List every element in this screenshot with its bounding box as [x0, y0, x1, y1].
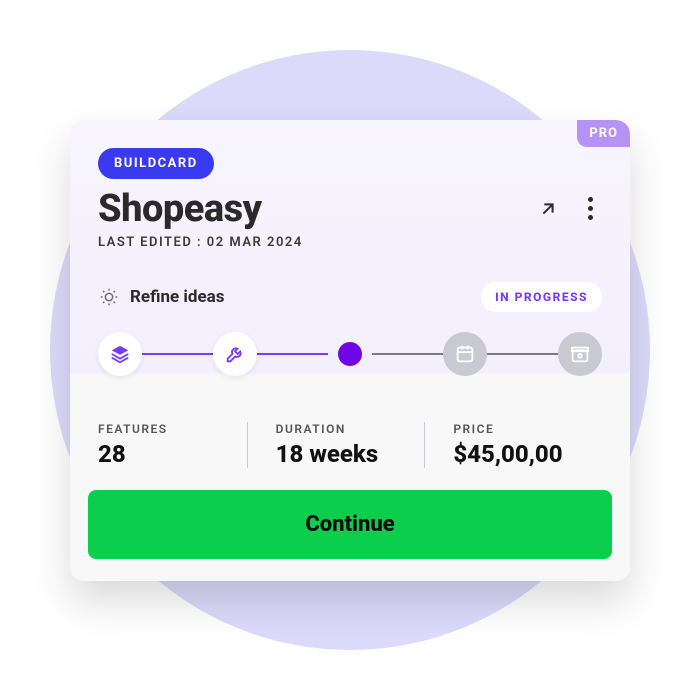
more-menu-icon[interactable]	[578, 197, 602, 221]
stepper-connector	[487, 353, 558, 355]
step-calendar[interactable]	[443, 332, 487, 376]
continue-button[interactable]: Continue	[88, 490, 612, 559]
last-edited-label: LAST EDITED : 02 MAR 2024	[98, 235, 602, 250]
step-archive[interactable]	[558, 332, 602, 376]
step-layers[interactable]	[98, 332, 142, 376]
refine-ideas-label: Refine ideas	[130, 287, 224, 307]
stepper-connector	[257, 353, 328, 355]
stat-duration: DURATION 18 weeks	[247, 422, 425, 468]
features-label: FEATURES	[98, 422, 227, 436]
stepper-connector	[372, 353, 443, 355]
buildcard-pill: BUILDCARD	[98, 148, 214, 179]
duration-value: 18 weeks	[276, 440, 405, 468]
step-tools[interactable]	[213, 332, 257, 376]
pro-badge: PRO	[577, 120, 630, 147]
open-external-icon[interactable]	[536, 197, 560, 221]
features-value: 28	[98, 440, 227, 468]
step-current[interactable]	[338, 342, 362, 366]
stat-price: PRICE $45,00,00	[424, 422, 602, 468]
stepper-connector	[142, 353, 213, 355]
duration-label: DURATION	[276, 422, 405, 436]
progress-stepper	[98, 332, 602, 376]
price-label: PRICE	[453, 422, 582, 436]
price-value: $45,00,00	[453, 440, 582, 468]
lightbulb-icon	[98, 286, 120, 308]
status-badge: IN PROGRESS	[481, 282, 602, 312]
stat-features: FEATURES 28	[98, 422, 247, 468]
card-title: Shopeasy	[98, 187, 262, 231]
stats-row: FEATURES 28 DURATION 18 weeks PRICE $45,…	[70, 396, 630, 490]
buildcard-card: PRO BUILDCARD Shopeasy LAST EDITED : 02 …	[70, 120, 630, 581]
